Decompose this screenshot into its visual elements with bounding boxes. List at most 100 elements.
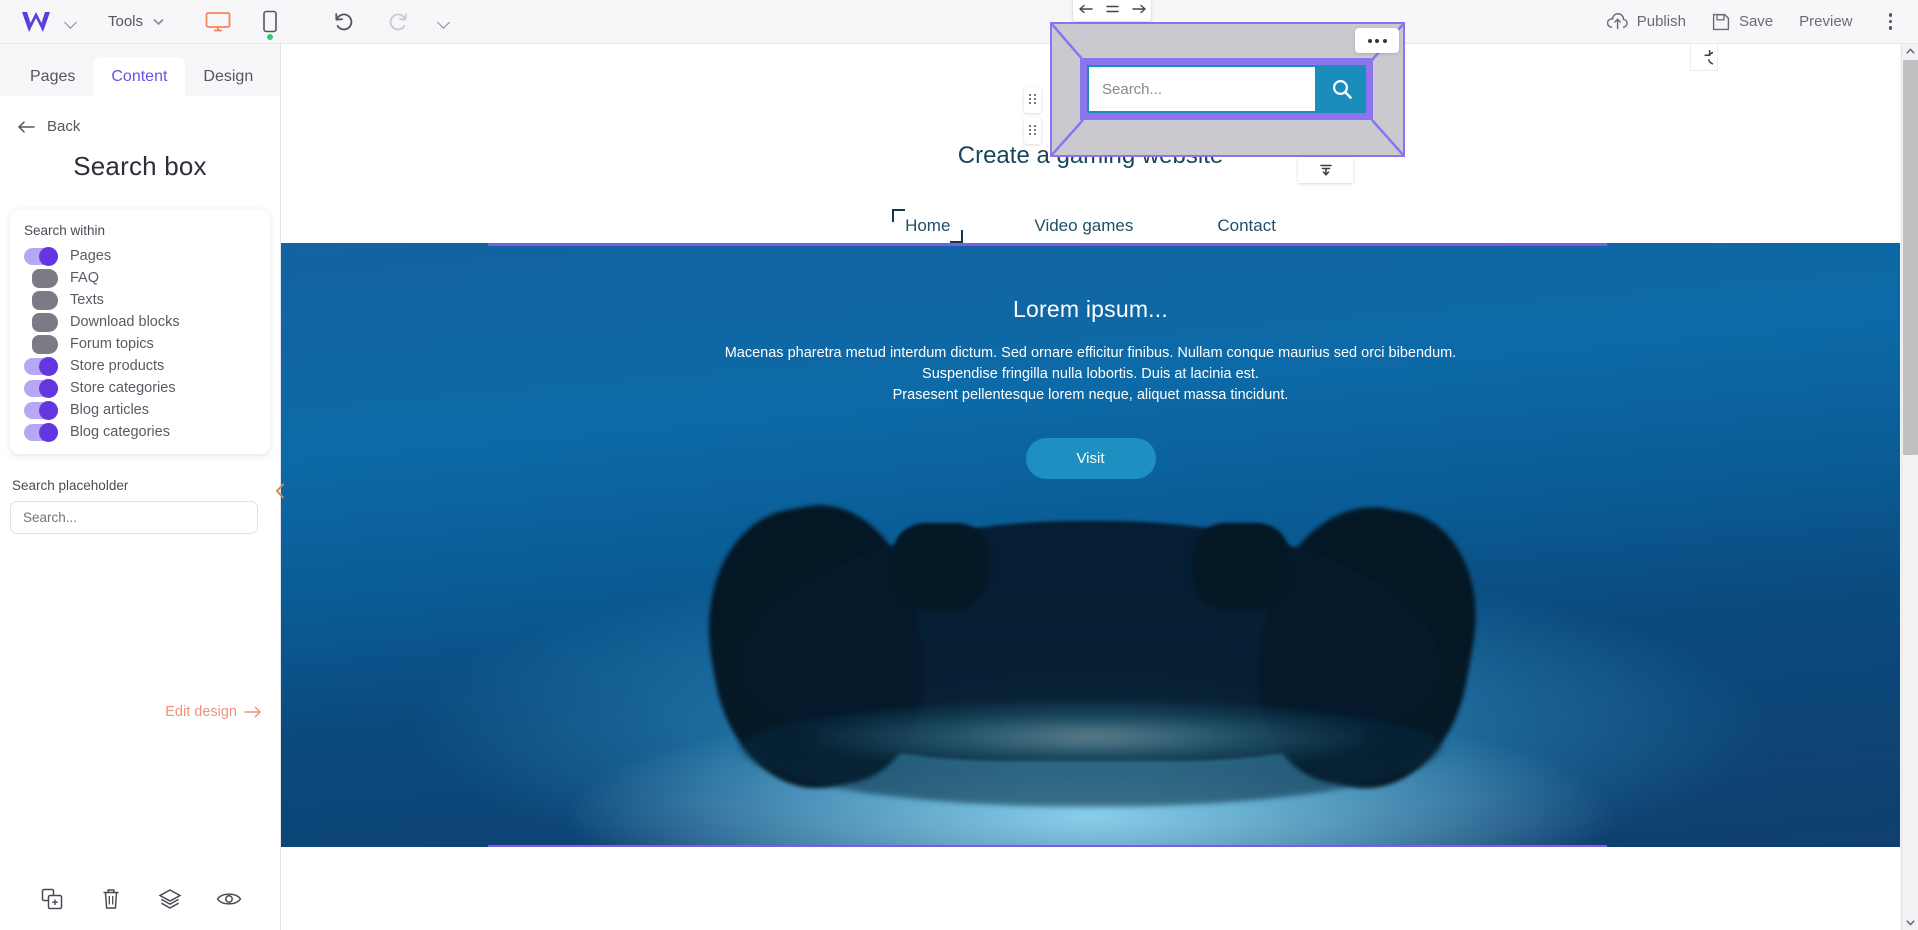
duplicate-icon[interactable] — [39, 886, 65, 912]
brand-chevron-down-icon[interactable] — [64, 15, 78, 29]
hero-line-2: Suspendise fringilla nulla lobortis. Dui… — [922, 366, 1259, 382]
search-within-label: Search within — [24, 223, 106, 238]
device-switcher — [203, 7, 285, 40]
page-title: Search box — [73, 151, 207, 181]
preview-label: Preview — [1799, 13, 1853, 30]
visit-button[interactable]: Visit — [1025, 438, 1156, 479]
toggle-row-forum-topics[interactable]: Forum topics — [10, 333, 270, 355]
history-controls — [329, 7, 451, 37]
toggle-row-texts[interactable]: Texts — [10, 289, 270, 311]
hero-section: Lorem ipsum... Macenas pharetra metud in… — [281, 243, 1900, 847]
redo-icon[interactable] — [383, 7, 413, 37]
toggle-label-store-categories: Store categories — [70, 380, 176, 396]
edit-design-label: Edit design — [165, 704, 237, 720]
toggle-faq[interactable] — [24, 268, 58, 288]
align-bottom-handle[interactable] — [1298, 157, 1353, 183]
toggle-blog-articles[interactable] — [24, 400, 58, 420]
toggle-pages[interactable] — [24, 246, 58, 266]
edit-design-link[interactable]: Edit design — [165, 704, 262, 720]
section-selection-line-top — [488, 243, 1607, 246]
toggle-row-blog-articles[interactable]: Blog articles — [10, 399, 270, 421]
tab-design[interactable]: Design — [185, 57, 271, 98]
section-selection-line-bottom — [488, 844, 1607, 847]
toggle-row-blog-categories[interactable]: Blog categories — [10, 421, 270, 443]
toggle-download-blocks[interactable] — [24, 312, 58, 332]
search-submit-button[interactable] — [1317, 65, 1366, 113]
search-placeholder-label: Search placeholder — [12, 478, 129, 493]
scroll-up-icon[interactable] — [1902, 44, 1918, 59]
app-root: Tools Publish Save Preview Pages Content… — [0, 0, 1918, 930]
panel-footer-toolbar — [0, 868, 281, 930]
undo-icon[interactable] — [329, 7, 359, 37]
visibility-icon[interactable] — [216, 886, 242, 912]
publish-label: Publish — [1636, 13, 1686, 30]
hero-body: Macenas pharetra metud interdum dictum. … — [281, 343, 1900, 406]
hero-title: Lorem ipsum... — [1013, 296, 1168, 322]
align-center-icon[interactable] — [1105, 3, 1120, 15]
publish-button[interactable]: Publish — [1606, 13, 1686, 30]
delete-icon[interactable] — [98, 886, 124, 912]
panel-tabs: Pages Content Design — [0, 44, 280, 98]
layers-icon[interactable] — [157, 886, 183, 912]
search-placeholder-input[interactable] — [10, 501, 258, 534]
toggle-label-pages: Pages — [70, 248, 112, 264]
hero-line-3: Prasesent pellentesque lorem neque, aliq… — [892, 387, 1289, 403]
canvas-scrollbar[interactable] — [1901, 44, 1918, 930]
panel-body: Back Search box Search within Pages FAQ … — [0, 96, 280, 930]
back-label: Back — [47, 118, 81, 135]
nav-item-home[interactable]: Home — [892, 209, 964, 243]
toggle-forum-topics[interactable] — [24, 334, 58, 354]
toggle-store-categories[interactable] — [24, 378, 58, 398]
toggle-label-download-blocks: Download blocks — [70, 314, 180, 330]
toggle-row-pages[interactable]: Pages — [10, 245, 270, 267]
scroll-down-icon[interactable] — [1902, 915, 1918, 930]
toggle-row-store-products[interactable]: Store products — [10, 355, 270, 377]
toggle-store-products[interactable] — [24, 356, 58, 376]
top-toolbar: Tools Publish Save Preview — [0, 0, 1918, 44]
toggle-label-blog-articles: Blog articles — [70, 402, 149, 418]
back-button[interactable]: Back — [0, 96, 280, 135]
history-chevron-down-icon[interactable] — [437, 15, 451, 29]
reset-icon — [1703, 49, 1713, 65]
scrollbar-thumb[interactable] — [1903, 60, 1918, 455]
save-button[interactable]: Save — [1712, 13, 1773, 31]
search-within-card: Search within Pages FAQ Texts Download b… — [10, 210, 270, 454]
brand-logo-icon[interactable] — [18, 8, 54, 36]
mobile-status-dot — [267, 33, 274, 40]
toggle-label-forum-topics: Forum topics — [70, 336, 154, 352]
tab-pages[interactable]: Pages — [12, 57, 93, 98]
website-canvas: Create a gaming website Home Video games… — [281, 44, 1900, 930]
toggle-label-texts: Texts — [70, 292, 104, 308]
tools-menu-button[interactable]: Tools — [108, 13, 165, 30]
nav-item-contact[interactable]: Contact — [1211, 214, 1282, 238]
panel-collapse-button[interactable] — [272, 479, 288, 503]
selected-search-widget[interactable]: Search... — [1024, 0, 1405, 183]
drag-handle-secondary-icon[interactable] — [1024, 118, 1041, 144]
toggle-texts[interactable] — [24, 290, 58, 310]
toggle-row-download-blocks[interactable]: Download blocks — [10, 311, 270, 333]
align-left-icon[interactable] — [1078, 3, 1094, 15]
more-options-icon[interactable] — [1879, 7, 1903, 36]
mobile-view-icon[interactable] — [255, 7, 285, 40]
toggle-row-faq[interactable]: FAQ — [10, 267, 270, 289]
toggle-blog-categories[interactable] — [24, 422, 58, 442]
reset-button[interactable] — [1690, 43, 1718, 71]
toggle-label-blog-categories: Blog categories — [70, 424, 170, 440]
tools-label: Tools — [108, 13, 144, 30]
chevron-left-icon — [275, 483, 284, 499]
desktop-view-icon[interactable] — [203, 7, 233, 37]
nav-item-video-games[interactable]: Video games — [1028, 214, 1139, 238]
align-bottom-icon — [1319, 164, 1332, 176]
preview-button[interactable]: Preview — [1799, 13, 1852, 30]
toggle-row-store-categories[interactable]: Store categories — [10, 377, 270, 399]
drag-handle-icon[interactable] — [1024, 87, 1041, 113]
top-right-actions: Publish Save Preview — [1606, 7, 1918, 36]
widget-more-options-icon[interactable] — [1355, 28, 1399, 53]
hero-content: Lorem ipsum... Macenas pharetra metud in… — [281, 243, 1900, 479]
tab-content[interactable]: Content — [93, 57, 186, 98]
gamepad-background-image — [687, 447, 1494, 847]
align-right-icon[interactable] — [1131, 3, 1146, 15]
search-box-widget: Search... — [1080, 58, 1373, 120]
save-floppy-icon — [1712, 13, 1730, 30]
search-input[interactable]: Search... — [1087, 65, 1317, 113]
